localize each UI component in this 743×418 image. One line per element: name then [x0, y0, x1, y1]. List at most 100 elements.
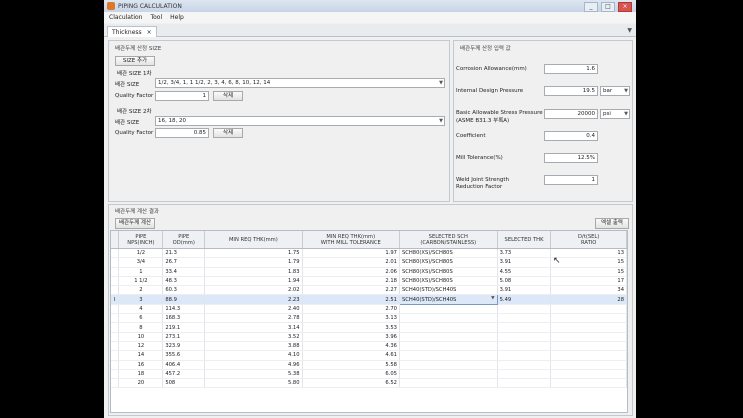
cell-selected-sch[interactable]: SCH80(XS)/SCH80S: [399, 267, 498, 277]
cell-selected-thk: [497, 341, 552, 352]
cell-min-thk: 3.88: [204, 341, 303, 352]
group1-size-select[interactable]: 1/2, 3/4, 1, 1 1/2, 2, 3, 4, 6, 8, 10, 1…: [155, 78, 445, 88]
col-header-marker: [111, 231, 120, 249]
mill-tolerance-input[interactable]: 12.5%: [544, 153, 598, 163]
table-row[interactable]: 18 457.2 5.38 6.05: [111, 369, 627, 380]
cell-selected-sch[interactable]: [399, 332, 498, 342]
table-row[interactable]: 1/2 21.3 1.75 1.97 SCH80(XS)/SCH80S 3.73 13: [111, 248, 627, 259]
cell-selected-sch[interactable]: [399, 313, 498, 324]
calculate-button[interactable]: 배관두께 계산: [115, 218, 155, 229]
corrosion-input[interactable]: 1.6: [544, 64, 598, 74]
table-row[interactable]: 16 406.4 4.96 5.58: [111, 360, 627, 370]
cell-nps: 3/4: [118, 257, 164, 268]
row-marker: [111, 341, 120, 352]
cell-selected-thk: [497, 378, 552, 389]
cell-selected-sch[interactable]: [399, 341, 498, 352]
table-row[interactable]: 10 273.1 3.52 3.96: [111, 332, 627, 342]
cell-selected-sch[interactable]: [399, 350, 498, 361]
row-marker: [111, 257, 120, 268]
cell-od: 48.3: [162, 276, 206, 287]
cell-min-thk-mill: 6.52: [302, 378, 400, 389]
col-header-dt-ratio[interactable]: D/t(SEL) RATIO: [550, 231, 627, 249]
cell-od: 114.3: [162, 304, 206, 315]
cell-selected-sch[interactable]: SCH80(XS)/SCH80S: [399, 248, 498, 259]
pressure-unit-value: bar: [603, 88, 613, 94]
cell-selected-thk: [497, 332, 552, 342]
cell-od: 219.1: [162, 322, 206, 333]
close-button[interactable]: ×: [618, 2, 632, 12]
table-row[interactable]: 1 1/2 48.3 1.94 2.18 SCH80(XS)/SCH80S 5.08 17: [111, 276, 627, 287]
table-row[interactable]: 1 33.4 1.83 2.06 SCH80(XS)/SCH80S 4.55 15: [111, 267, 627, 277]
cell-selected-sch[interactable]: SCH80(XS)/SCH80S: [399, 276, 498, 287]
coefficient-label: Coefficient: [456, 133, 486, 139]
cell-selected-sch[interactable]: [399, 322, 498, 333]
cell-nps: 6: [118, 313, 164, 324]
cell-dt-ratio: [550, 341, 627, 352]
coefficient-input[interactable]: 0.4: [544, 131, 598, 141]
table-row[interactable]: I 3 88.9 2.23 2.51 SCH40(STD)/SCH40S ▼ 5.49 28: [111, 294, 627, 305]
col-header-min-thk-mill[interactable]: MIN REQ THK(mm) WITH MILL TOLERANCE: [302, 231, 400, 249]
table-row[interactable]: 4 114.3 2.40 2.70: [111, 304, 627, 315]
group1-delete-button[interactable]: 삭제: [213, 91, 243, 101]
add-size-button[interactable]: SIZE 추가: [115, 56, 155, 66]
minimize-button[interactable]: _: [584, 2, 598, 12]
tab-close-icon[interactable]: ×: [147, 29, 152, 36]
cell-od: 457.2: [162, 369, 206, 380]
cell-dt-ratio: [550, 350, 627, 361]
table-row[interactable]: 12 323.9 3.88 4.36: [111, 341, 627, 352]
tab-thickness[interactable]: Thickness ×: [107, 26, 157, 37]
cell-min-thk-mill: 2.70: [302, 304, 400, 315]
result-table[interactable]: PIPE NPS(INCH) PIPE OD(mm) MIN REQ THK(m…: [110, 230, 628, 413]
menu-calculation[interactable]: Claculation: [109, 14, 142, 21]
stress-input[interactable]: 20000: [544, 109, 598, 119]
cell-selected-thk: [497, 304, 552, 315]
stress-unit-select[interactable]: psi ▼: [600, 109, 630, 119]
cell-selected-sch[interactable]: SCH40(STD)/SCH40S ▼: [398, 294, 498, 305]
tab-list-icon[interactable]: ▼: [627, 27, 632, 34]
menu-help[interactable]: Help: [170, 14, 184, 21]
col-header-nps[interactable]: PIPE NPS(INCH): [118, 231, 164, 249]
col-header-selected-thk[interactable]: SELECTED THK: [497, 231, 552, 249]
cell-selected-thk: 5.08: [497, 276, 552, 287]
table-row[interactable]: 6 168.3 2.78 3.13: [111, 313, 627, 324]
pressure-unit-select[interactable]: bar ▼: [600, 86, 630, 96]
chevron-down-icon[interactable]: ▼: [491, 296, 494, 301]
group1-qf-input[interactable]: 1: [155, 91, 209, 101]
col-header-selected-sch[interactable]: SELECTED SCH (CARBON/STAINLESS): [399, 231, 498, 249]
excel-export-button[interactable]: 엑셀 출력: [595, 218, 629, 229]
cell-selected-sch[interactable]: [399, 304, 498, 315]
weld-input[interactable]: 1: [544, 175, 598, 185]
row-marker: [111, 378, 120, 389]
cell-selected-sch[interactable]: SCH80(XS)/SCH80S: [399, 257, 498, 268]
cell-selected-sch[interactable]: [399, 378, 498, 389]
menu-tool[interactable]: Tool: [150, 14, 162, 21]
table-row[interactable]: 2 60.3 2.02 2.27 SCH40(STD)/SCH40S 3.91 34: [111, 285, 627, 296]
cell-selected-thk: [497, 350, 552, 361]
cell-min-thk-mill: 3.53: [302, 322, 400, 333]
cell-min-thk-mill: 2.01: [302, 257, 400, 268]
cell-selected-sch[interactable]: [399, 369, 498, 380]
cell-min-thk-mill: 6.05: [302, 369, 400, 380]
cell-selected-sch[interactable]: SCH40(STD)/SCH40S: [399, 285, 498, 296]
table-row[interactable]: 14 355.6 4.10 4.61: [111, 350, 627, 361]
table-row[interactable]: 20 508 5.80 6.52: [111, 378, 627, 389]
cell-min-thk: 1.79: [204, 257, 303, 268]
cell-min-thk-mill: 2.18: [302, 276, 400, 287]
col-header-min-thk[interactable]: MIN REQ THK(mm): [204, 231, 303, 249]
maximize-button[interactable]: □: [601, 2, 615, 12]
group2-delete-button[interactable]: 삭제: [213, 128, 243, 138]
group1-size-value: 1/2, 3/4, 1, 1 1/2, 2, 3, 4, 6, 8, 10, 1…: [158, 80, 271, 86]
group2-size-select[interactable]: 16, 18, 20 ▼: [155, 116, 445, 126]
col-header-od[interactable]: PIPE OD(mm): [162, 231, 206, 249]
cell-min-thk-mill: 3.13: [302, 313, 400, 324]
table-row[interactable]: 8 219.1 3.14 3.53: [111, 322, 627, 333]
pressure-input[interactable]: 19.5: [544, 86, 598, 96]
cell-od: 508: [162, 378, 206, 389]
cell-selected-sch[interactable]: [399, 360, 498, 370]
cell-selected-thk: 4.55: [497, 267, 552, 277]
cell-dt-ratio: 17: [550, 276, 627, 287]
group2-qf-input[interactable]: 0.85: [155, 128, 209, 138]
cell-nps: 2: [118, 285, 164, 296]
row-marker: [111, 369, 120, 380]
table-row[interactable]: 3/4 26.7 1.79 2.01 SCH80(XS)/SCH80S 3.91 15: [111, 257, 627, 268]
